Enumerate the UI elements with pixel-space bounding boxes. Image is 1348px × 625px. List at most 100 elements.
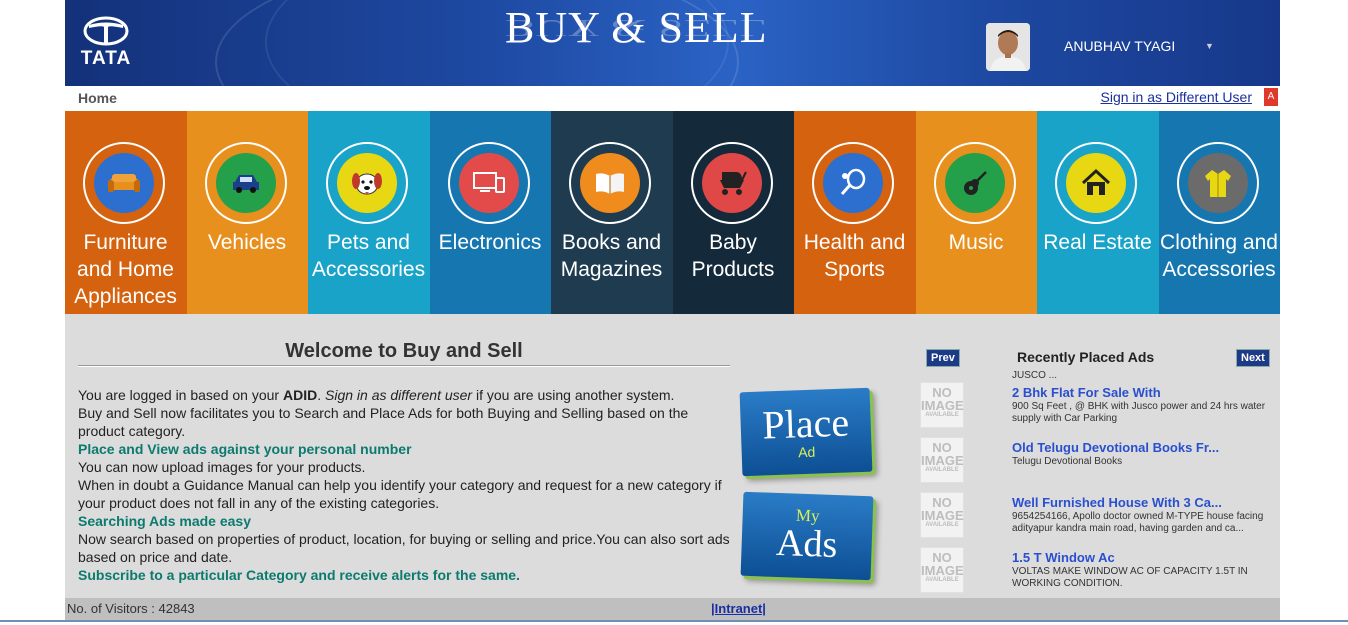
category-label: Electronics bbox=[438, 231, 542, 254]
no-image-subtext: AVAILABLE bbox=[925, 467, 959, 473]
category-label: Furniture and Home Appliances bbox=[74, 231, 177, 308]
ad-description: 9654254166, Apollo doctor owned M-TYPE h… bbox=[1012, 511, 1264, 534]
no-image-placeholder: NO IMAGE AVAILABLE bbox=[920, 382, 964, 428]
ad-description: Telugu Devotional Books bbox=[1012, 456, 1123, 467]
category-real-estate[interactable]: Real Estate bbox=[1037, 111, 1159, 314]
search-info-text: Now search based on properties of produc… bbox=[78, 531, 730, 565]
category-vehicles[interactable]: Vehicles bbox=[186, 111, 308, 314]
category-label: Pets and Accessories bbox=[311, 231, 426, 281]
category-bar: Furniture and Home Appliances Vehicles Pet… bbox=[65, 111, 1280, 314]
devices-icon bbox=[458, 153, 519, 213]
user-menu-caret-icon[interactable]: ▼ bbox=[1205, 41, 1214, 51]
recent-ad-item[interactable]: NO IMAGE AVAILABLE 1.5 T Window Ac VOLTAS M… bbox=[920, 533, 1280, 593]
footer-bar: No. of Visitors : 42843 |Intranet| bbox=[65, 598, 1280, 620]
adid-label: ADID bbox=[282, 387, 318, 403]
pdf-icon[interactable]: A bbox=[1264, 88, 1278, 106]
racket-icon bbox=[823, 153, 883, 213]
no-image-subtext: AVAILABLE bbox=[925, 522, 959, 528]
no-image-text: NO IMAGE bbox=[921, 550, 964, 578]
category-books-and-magazines[interactable]: Books and Magazines bbox=[551, 111, 673, 314]
login-info-line: You are logged in based on your ADID. Si… bbox=[78, 386, 738, 404]
place-ad-button-sublabel: Ad bbox=[797, 443, 816, 461]
category-icon-ring bbox=[569, 142, 651, 224]
recent-ad-item[interactable]: NO IMAGE AVAILABLE 2 Bhk Flat For Sale Wit… bbox=[920, 368, 1280, 428]
dog-icon bbox=[337, 153, 397, 213]
category-label: Vehicles bbox=[207, 231, 287, 254]
category-label: Books and Magazines bbox=[560, 231, 663, 281]
login-info-separator: . bbox=[317, 387, 325, 403]
category-label: Clothing and Accessories bbox=[1160, 231, 1278, 281]
house-icon bbox=[1066, 153, 1126, 213]
feature-heading-search: Searching Ads made easy bbox=[78, 513, 252, 529]
user-photo-icon bbox=[986, 23, 1030, 71]
tata-logo-text: TATA bbox=[80, 48, 132, 69]
main-content: Welcome to Buy and Sell You are logged i… bbox=[65, 314, 1280, 598]
place-ad-button[interactable]: Place Ad bbox=[739, 387, 873, 477]
ad-description: 900 Sq Feet , @ BHK with Jusco power and… bbox=[1012, 401, 1266, 424]
category-pets-and-accessories[interactable]: Pets and Accessories bbox=[308, 111, 430, 314]
nav-bar: Home Sign in as Different User A bbox=[65, 86, 1280, 111]
car-icon bbox=[215, 153, 276, 213]
intro-paragraph: Buy and Sell now facilitates you to Sear… bbox=[78, 405, 689, 439]
header-banner: TATA BUY & SELL BUY & SELL ANUBHAV TYAGI… bbox=[65, 0, 1280, 86]
category-health-and-sports[interactable]: Health and Sports bbox=[794, 111, 916, 314]
category-music[interactable]: Music bbox=[915, 111, 1037, 314]
no-image-subtext: AVAILABLE bbox=[925, 577, 959, 583]
my-ads-button-label: Ads bbox=[775, 521, 839, 567]
my-ads-button[interactable]: My Ads bbox=[740, 491, 874, 581]
login-info-prefix: You are logged in based on your bbox=[78, 387, 283, 403]
tata-logo[interactable]: TATA bbox=[75, 16, 137, 72]
category-label: Music bbox=[948, 231, 1004, 254]
next-button[interactable]: Next bbox=[1236, 349, 1270, 367]
user-name[interactable]: ANUBHAV TYAGI bbox=[1064, 38, 1175, 54]
intranet-link[interactable]: |Intranet| bbox=[711, 601, 766, 616]
jacket-icon bbox=[1187, 153, 1248, 213]
page-container: TATA BUY & SELL BUY & SELL ANUBHAV TYAGI… bbox=[65, 0, 1280, 625]
guidance-manual-text: When in doubt a Guidance Manual can help… bbox=[78, 477, 722, 511]
user-avatar[interactable] bbox=[986, 23, 1030, 71]
category-furniture-and-home-appliances[interactable]: Furniture and Home Appliances bbox=[65, 111, 187, 314]
ad-description: VOLTAS MAKE WINDOW AC OF CAPACITY 1.5T I… bbox=[1012, 566, 1248, 589]
app-title-reflection: BUY & SELL bbox=[505, 14, 768, 42]
ad-title-link[interactable]: 2 Bhk Flat For Sale With bbox=[1012, 385, 1161, 400]
category-label: Baby Products bbox=[691, 231, 775, 281]
upload-images-text: You can now upload images for your produ… bbox=[78, 459, 366, 475]
category-baby-products[interactable]: Baby Products bbox=[672, 111, 794, 314]
visitor-count: No. of Visitors : 42843 bbox=[67, 601, 195, 616]
category-icon-ring bbox=[326, 142, 408, 224]
category-electronics[interactable]: Electronics bbox=[429, 111, 551, 314]
book-icon bbox=[580, 153, 640, 213]
guitar-icon bbox=[944, 153, 1005, 213]
ad-title-link[interactable]: Old Telugu Devotional Books Fr... bbox=[1012, 440, 1219, 455]
ad-title-link[interactable]: 1.5 T Window Ac bbox=[1012, 550, 1115, 565]
feature-heading-subscribe: Subscribe to a particular Category and r… bbox=[78, 567, 520, 583]
recent-ad-item[interactable]: NO IMAGE AVAILABLE Well Furnished House Wi… bbox=[920, 478, 1280, 538]
recent-ads-title: Recently Placed Ads bbox=[1017, 349, 1155, 365]
category-icon-ring bbox=[933, 142, 1016, 224]
category-icon-ring bbox=[1055, 142, 1137, 224]
welcome-divider bbox=[78, 365, 730, 367]
sofa-icon bbox=[94, 153, 154, 213]
welcome-text: You are logged in based on your ADID. Si… bbox=[78, 386, 738, 584]
sign-in-different-user-link[interactable]: Sign in as Different User bbox=[1101, 89, 1252, 105]
category-icon-ring bbox=[204, 142, 287, 224]
prev-button[interactable]: Prev bbox=[926, 349, 960, 367]
no-image-placeholder: NO IMAGE AVAILABLE bbox=[920, 437, 964, 483]
home-link[interactable]: Home bbox=[78, 90, 117, 106]
sign-in-different-user-text[interactable]: Sign in as different user bbox=[325, 387, 472, 403]
bottom-divider bbox=[0, 620, 1348, 622]
category-clothing-and-accessories[interactable]: Clothing and Accessories bbox=[1158, 111, 1280, 314]
category-label: Real Estate bbox=[1043, 231, 1152, 254]
login-info-suffix: if you are using another system. bbox=[472, 387, 675, 403]
no-image-subtext: AVAILABLE bbox=[925, 412, 959, 418]
category-icon-ring bbox=[690, 142, 773, 224]
recent-ad-item[interactable]: NO IMAGE AVAILABLE Old Telugu Devotional B… bbox=[920, 423, 1280, 483]
feature-heading-personal-number: Place and View ads against your personal… bbox=[78, 441, 412, 457]
no-image-text: NO IMAGE bbox=[921, 495, 964, 523]
welcome-title: Welcome to Buy and Sell bbox=[285, 340, 523, 362]
category-icon-ring bbox=[83, 142, 165, 224]
no-image-text: NO IMAGE bbox=[921, 385, 964, 413]
tata-emblem-icon bbox=[83, 16, 129, 46]
no-image-text: NO IMAGE bbox=[921, 440, 964, 468]
ad-title-link[interactable]: Well Furnished House With 3 Ca... bbox=[1012, 495, 1222, 510]
